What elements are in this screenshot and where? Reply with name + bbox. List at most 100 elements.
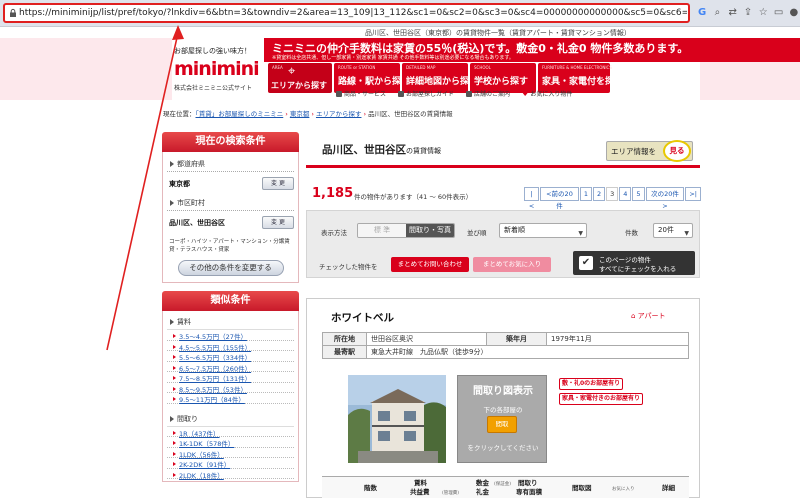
col-common-note: (管理費) — [442, 491, 460, 496]
bulk-favorite-button[interactable]: まとめてお気に入り — [473, 257, 551, 272]
count-select[interactable]: 20件 ▼ — [653, 223, 693, 238]
company-name: 株式会社ミニミニ公式サイト — [174, 85, 253, 92]
col-favorite-text: お気に入り — [612, 487, 635, 492]
site-logo[interactable]: お部屋探しの強い味方！ minimini 株式会社ミニミニ公式サイト — [172, 40, 264, 96]
pager-page-2[interactable]: 2 — [593, 187, 606, 201]
breadcrumb-home[interactable]: 「賃貸」お部屋探しのミニミニ — [196, 110, 284, 118]
change-pref-button[interactable]: 変 更 — [262, 177, 294, 190]
col-area: 専有面積 — [516, 488, 542, 496]
bulk-inquiry-button[interactable]: まとめてお問い合わせ — [391, 257, 469, 272]
subnav-favorites[interactable]: ♥ お気に入り物件 — [522, 88, 572, 99]
current-conditions: 都道府県 東京都変 更 市区町村 品川区、世田谷区変 更 コーポ・ハイツ・アパー… — [162, 152, 299, 283]
floorplan-button[interactable]: 間取 — [487, 416, 517, 433]
change-city-button[interactable]: 変 更 — [262, 216, 294, 229]
breadcrumb-area[interactable]: エリアから探す — [316, 110, 362, 118]
pager-first[interactable]: |< — [524, 187, 540, 210]
col-key-money: 礼金 — [476, 488, 489, 496]
property-name[interactable]: ホワイトベル — [331, 310, 394, 325]
services-icon — [336, 90, 342, 97]
pager-page-4[interactable]: 4 — [619, 187, 632, 201]
extension-icon[interactable]: ▭ — [772, 6, 784, 20]
subnav-stores[interactable]: 店舗のご案内 — [466, 88, 510, 99]
floorplan-sub: 下の各部屋の — [483, 406, 523, 414]
pager-last[interactable]: >| — [685, 187, 701, 201]
store-icon — [466, 90, 473, 97]
profile-icon[interactable]: ● — [788, 6, 800, 20]
subnav-guide[interactable]: お部屋探しガイド — [398, 88, 454, 99]
rent-link[interactable]: 8.5〜9.5万円（53件） — [167, 383, 294, 394]
pref-value: 東京都 — [169, 179, 190, 188]
triangle-icon — [170, 415, 174, 422]
rent-link[interactable]: 6.5〜7.5万円（260件） — [167, 362, 294, 373]
display-toggle: 標 準 間取り・写真 — [357, 223, 455, 238]
col-common: 共益費 — [410, 488, 430, 496]
check-all-button[interactable]: ✔ このページの物件 すべてにチェックを入れる — [573, 251, 695, 275]
rent-link[interactable]: 4.5〜5.5万円（155件） — [167, 341, 294, 352]
other-conditions-button[interactable]: その他の条件を変更する — [177, 260, 284, 276]
pager-next[interactable]: 次の20件> — [645, 187, 685, 210]
bookmark-star-icon[interactable]: ☆ — [757, 6, 769, 20]
rent-link[interactable]: 9.5〜11万円（84件） — [167, 393, 294, 404]
pager-page-5[interactable]: 5 — [632, 187, 645, 201]
area-map-icon: ⌖ — [288, 64, 296, 79]
rent-link[interactable]: 7.5〜8.5万円（131件） — [167, 372, 294, 383]
area-info-button[interactable]: エリア情報を 見る — [606, 140, 693, 162]
breadcrumb-prefix: 現在位置： — [163, 110, 196, 118]
nav-sub: ROUTE or STATION — [338, 65, 376, 70]
zoom-icon[interactable]: ⌕ — [711, 6, 723, 20]
subnav-label: 商品・サービス — [344, 91, 387, 98]
display-floorplan[interactable]: 間取り・写真 — [406, 224, 454, 237]
col-deposit-sub: (保証金) — [494, 479, 511, 489]
nav-label: 学校から探す — [474, 77, 529, 87]
rent-link[interactable]: 5.5〜6.5万円（334件） — [167, 351, 294, 362]
building-photo-icon — [348, 375, 446, 463]
display-label: 表示方法 — [321, 229, 347, 237]
triangle-icon — [170, 161, 174, 167]
property-info-table: 所在地 世田谷区奥沢 築年月 1979年11月 最寄駅 東急大井町線 九品仏駅（… — [322, 332, 689, 359]
title-row: 品川区、世田谷区の賃貸情報 エリア情報を 見る — [306, 132, 700, 168]
translate-icon[interactable]: ⇄ — [727, 6, 739, 20]
chevron-down-icon: ▼ — [578, 230, 583, 237]
rent-label-text: 賃料 — [177, 318, 191, 326]
google-icon[interactable]: G — [696, 6, 708, 20]
sort-label: 並び順 — [467, 229, 487, 237]
count-value: 20件 — [658, 226, 674, 234]
filter-box: 表示方法 標 準 間取り・写真 並び順 新着順 ▼ 件数 20件 ▼ チェックした物… — [306, 210, 700, 278]
address-header: 所在地 — [322, 332, 367, 346]
nav-label: 路線・駅から探す — [338, 77, 411, 87]
breadcrumb-tokyo[interactable]: 東京都 — [290, 110, 310, 118]
rent-link[interactable]: 3.5〜4.5万円（27件） — [167, 330, 294, 341]
address-bar[interactable]: https://miniminijp/list/pref/tokyo/?lnkd… — [3, 3, 690, 23]
pref-label-text: 都道府県 — [177, 160, 205, 168]
page-description: 品川区、世田谷区（東京都）の賃貸物件一覧（賃貸アパート・賃貸マンション情報） — [365, 29, 631, 37]
col-deposit: 敷金 — [476, 479, 489, 487]
property-photo[interactable] — [348, 375, 446, 463]
layout-link[interactable]: 1LDK（56件） — [167, 448, 294, 459]
display-standard[interactable]: 標 準 — [358, 224, 406, 237]
nav-area[interactable]: ⌖ AREA エリアから探す — [268, 63, 332, 93]
share-icon[interactable]: ⇪ — [742, 6, 754, 20]
col-favorite: お気に入り — [612, 484, 635, 494]
subnav-label: お部屋探しガイド — [406, 91, 455, 98]
pager-page-1[interactable]: 1 — [579, 187, 592, 201]
layout-link[interactable]: 1R（437件） — [167, 427, 294, 438]
floorplan-instruction: をクリックしてください — [467, 444, 539, 452]
logo-tagline: お部屋探しの強い味方！ — [174, 47, 251, 55]
breadcrumb-separator: › — [363, 110, 367, 118]
layout-link[interactable]: 1K-1DK（578件） — [167, 437, 294, 448]
page-top-strip: 品川区、世田谷区（東京都）の賃貸物件一覧（賃貸アパート・賃貸マンション情報） — [0, 27, 800, 38]
subnav-services[interactable]: 商品・サービス — [336, 88, 386, 99]
layout-link[interactable]: 2K-2DK（91件） — [167, 458, 294, 469]
nav-sub: FURNITURE & HOME ELECTRONICS — [542, 65, 612, 70]
breadcrumb-separator: › — [285, 110, 288, 118]
title-text: 品川区、世田谷区 — [322, 144, 406, 156]
pager-prev[interactable]: <前の20件 — [540, 187, 579, 210]
layout-link[interactable]: 2LDK（18件） — [167, 469, 294, 480]
col-common-sub: (管理費) — [442, 488, 459, 498]
address-value: 世田谷区奥沢 — [366, 332, 487, 346]
similar-conditions-title: 類似条件 — [162, 291, 299, 311]
check-all-line2: すべてにチェックを入れる — [599, 265, 677, 273]
subnav-label: お気に入り物件 — [530, 91, 573, 98]
heart-icon: ♥ — [522, 89, 529, 98]
sort-select[interactable]: 新着順 ▼ — [499, 223, 587, 238]
